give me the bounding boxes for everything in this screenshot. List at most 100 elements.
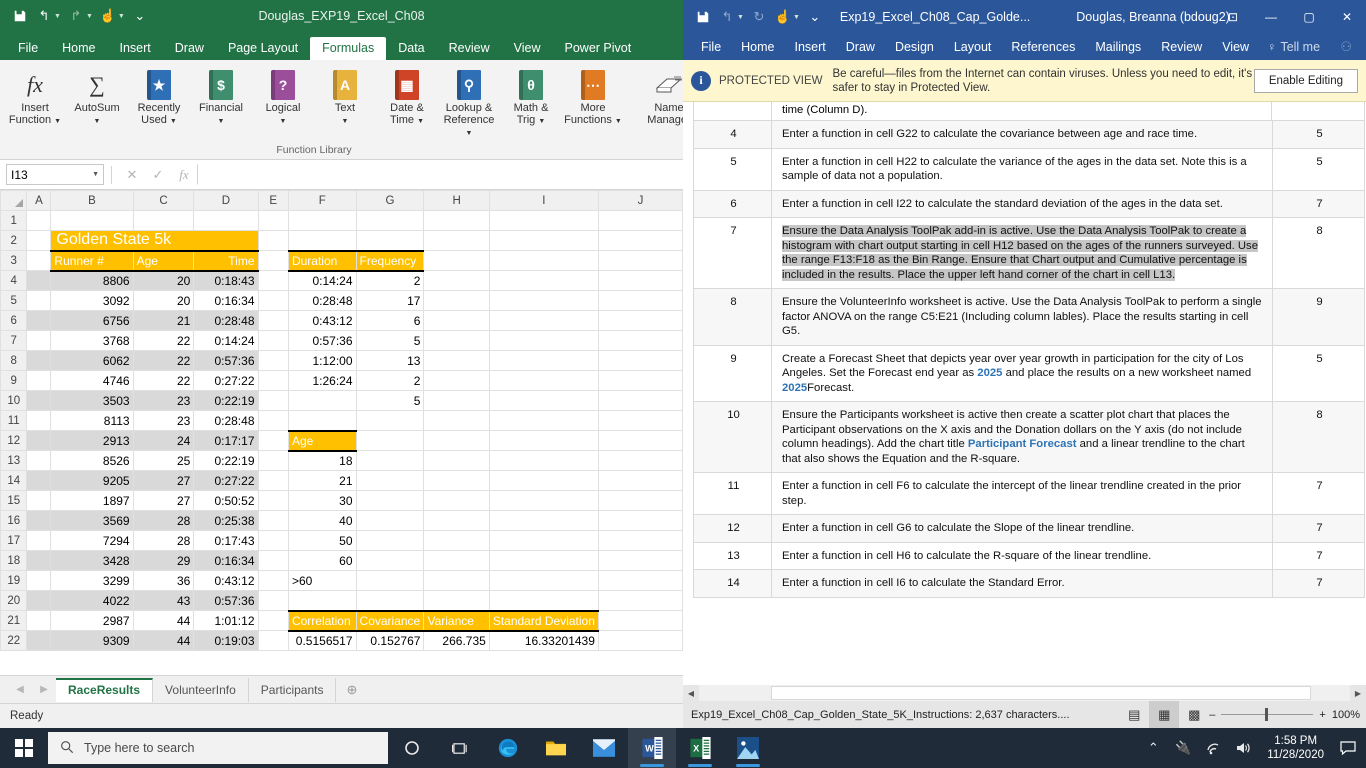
- cell[interactable]: [257, 230, 289, 251]
- cell[interactable]: [423, 270, 490, 291]
- cell-A21[interactable]: [26, 610, 52, 631]
- cell-B10[interactable]: 3503: [50, 390, 134, 411]
- ribbon-button-recentlyused[interactable]: ★ Recently Used ▼: [128, 65, 190, 131]
- show-hidden-icons-icon[interactable]: ⌃: [1139, 728, 1167, 768]
- ribbon-button-insertfunction[interactable]: fx Insert Function ▼: [4, 65, 66, 131]
- cell[interactable]: [597, 530, 683, 551]
- instruction-row[interactable]: 4 Enter a function in cell G22 to calcula…: [693, 120, 1365, 149]
- cell-D8[interactable]: 0:57:36: [193, 350, 259, 371]
- cell[interactable]: [26, 210, 52, 231]
- cell-E20[interactable]: [257, 590, 289, 611]
- cell-A6[interactable]: [26, 310, 52, 331]
- row-header-8[interactable]: 8: [0, 350, 28, 371]
- instruction-description[interactable]: Enter a function in cell G22 to calculat…: [771, 120, 1273, 149]
- cell[interactable]: [597, 510, 683, 531]
- zoom-slider-thumb[interactable]: [1265, 708, 1269, 721]
- cell-A20[interactable]: [26, 590, 52, 611]
- cell-H21[interactable]: Variance: [423, 609, 490, 632]
- cell-C19[interactable]: 36: [132, 570, 195, 591]
- cell-E18[interactable]: [257, 550, 289, 571]
- cell-G4[interactable]: 2: [355, 270, 425, 291]
- instruction-description[interactable]: Ensure the Data Analysis ToolPak add-in …: [771, 217, 1273, 289]
- cell[interactable]: [287, 230, 357, 251]
- instruction-description[interactable]: Enter a function in cell I22 to calculat…: [771, 189, 1273, 218]
- column-header-C[interactable]: C: [132, 190, 195, 211]
- cell-A22[interactable]: [26, 630, 52, 651]
- cell-E8[interactable]: [257, 350, 289, 371]
- enable-editing-button[interactable]: Enable Editing: [1253, 68, 1358, 93]
- excel-grid[interactable]: ABCDEFGHIJ 1 2 Golden State 5k 3 Runner # Age…: [0, 190, 683, 675]
- cell-B3[interactable]: Runner #: [50, 249, 134, 272]
- redo-dropdown-caret-icon[interactable]: ▼: [86, 13, 93, 20]
- excel-icon[interactable]: X: [676, 728, 724, 768]
- close-icon[interactable]: ✕: [1328, 0, 1366, 34]
- excel-tab-review[interactable]: Review: [437, 37, 502, 61]
- cell[interactable]: [423, 590, 490, 611]
- cell-D19[interactable]: 0:43:12: [193, 570, 259, 591]
- instruction-row[interactable]: 6 Enter a function in cell I22 to calcula…: [693, 189, 1365, 218]
- cell-D6[interactable]: 0:28:48: [193, 310, 259, 331]
- cell[interactable]: [488, 530, 599, 551]
- cell-D9[interactable]: 0:27:22: [193, 370, 259, 391]
- instruction-row[interactable]: 8 Ensure the VolunteerInfo worksheet is a…: [693, 288, 1365, 346]
- cell-F18[interactable]: 60: [287, 550, 357, 571]
- file-explorer-icon[interactable]: [532, 728, 580, 768]
- instructions-table[interactable]: 4 Enter a function in cell G22 to calcula…: [693, 120, 1365, 598]
- cell[interactable]: [597, 270, 683, 291]
- cell-F9[interactable]: 1:26:24: [287, 370, 357, 391]
- cell-D3[interactable]: Time: [193, 249, 259, 272]
- cell-C20[interactable]: 43: [132, 590, 195, 611]
- cell[interactable]: [423, 390, 490, 411]
- word-document-page[interactable]: time (Column D). 4 Enter a function in ce…: [683, 102, 1366, 679]
- cell-F14[interactable]: 21: [287, 470, 357, 491]
- cell-D5[interactable]: 0:16:34: [193, 290, 259, 311]
- cell-F3[interactable]: Duration: [287, 249, 357, 272]
- instruction-description[interactable]: Ensure the VolunteerInfo worksheet is ac…: [771, 288, 1273, 346]
- cell-B4[interactable]: 8806: [50, 270, 134, 291]
- cell-B19[interactable]: 3299: [50, 570, 134, 591]
- cell-E6[interactable]: [257, 310, 289, 331]
- cell-C18[interactable]: 29: [132, 550, 195, 571]
- cell-A19[interactable]: [26, 570, 52, 591]
- cell[interactable]: [423, 510, 490, 531]
- row-header-6[interactable]: 6: [0, 310, 28, 331]
- cell[interactable]: [423, 550, 490, 571]
- excel-tab-power-pivot[interactable]: Power Pivot: [553, 37, 644, 61]
- ribbon-button-mathtrig[interactable]: θ Math & Trig ▼: [500, 65, 562, 131]
- cell-G22[interactable]: 0.152767: [355, 630, 425, 651]
- column-header-H[interactable]: H: [423, 190, 490, 211]
- cell[interactable]: [423, 370, 490, 391]
- cell[interactable]: [488, 590, 599, 611]
- sheet-nav-prev-icon[interactable]: ◀: [8, 684, 32, 695]
- cell[interactable]: [597, 590, 683, 611]
- instruction-row[interactable]: 14 Enter a function in cell I6 to calcula…: [693, 569, 1365, 598]
- cell-I22[interactable]: 16.33201439: [488, 630, 599, 651]
- cell-C3[interactable]: Age: [132, 249, 195, 272]
- instruction-row[interactable]: 5 Enter a function in cell H22 to calcula…: [693, 147, 1365, 191]
- instruction-description[interactable]: Enter a function in cell G6 to calculate…: [771, 514, 1273, 543]
- row-header-1[interactable]: 1: [0, 210, 28, 231]
- cell-G3[interactable]: Frequency: [355, 249, 425, 272]
- cell-D22[interactable]: 0:19:03: [193, 630, 259, 651]
- cell[interactable]: [423, 490, 490, 511]
- cell[interactable]: [488, 330, 599, 351]
- excel-tab-insert[interactable]: Insert: [108, 37, 163, 61]
- sheet-nav-next-icon[interactable]: ▶: [32, 684, 56, 695]
- cell-H22[interactable]: 266.735: [423, 630, 490, 651]
- cell[interactable]: [355, 430, 425, 451]
- ribbon-button-logical[interactable]: ? Logical ▼: [252, 65, 314, 131]
- cell[interactable]: [597, 410, 683, 431]
- ribbon-button-text[interactable]: A Text ▼: [314, 65, 376, 131]
- instruction-description[interactable]: Enter a function in cell H22 to calculat…: [771, 147, 1273, 191]
- redo-icon[interactable]: ↱: [65, 5, 87, 27]
- ribbon-display-options-icon[interactable]: ⊡: [1214, 0, 1252, 34]
- cell[interactable]: [488, 230, 599, 251]
- cell-B17[interactable]: 7294: [50, 530, 134, 551]
- ribbon-button-datetime[interactable]: ▦ Date & Time ▼: [376, 65, 438, 131]
- cell-D4[interactable]: 0:18:43: [193, 270, 259, 291]
- column-header-B[interactable]: B: [50, 190, 134, 211]
- cell-C11[interactable]: 23: [132, 410, 195, 431]
- cell-B16[interactable]: 3569: [50, 510, 134, 531]
- zoom-level[interactable]: 100%: [1332, 709, 1360, 721]
- customize-qat-icon[interactable]: ⌄: [129, 5, 151, 27]
